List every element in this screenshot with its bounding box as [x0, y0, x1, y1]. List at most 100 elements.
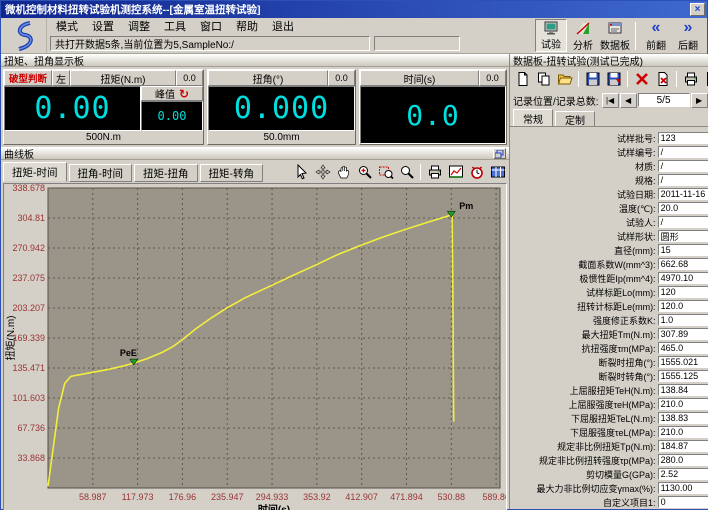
break-judge-button[interactable]: 破型判断 — [4, 70, 52, 86]
field-label: 下屈服强度τeL(MPa): — [570, 426, 656, 439]
select-cursor-icon[interactable] — [293, 164, 310, 181]
field-input[interactable]: 1.0 — [658, 314, 708, 326]
svg-text:67.736: 67.736 — [17, 423, 45, 433]
field-input[interactable]: 120 — [658, 286, 708, 298]
field-label: 规定非比例扭转强度τp(MPa): — [539, 454, 656, 467]
field-input[interactable]: 120.0 — [658, 300, 708, 312]
svg-text:33.868: 33.868 — [17, 453, 45, 463]
data-table-icon[interactable] — [489, 164, 506, 181]
toolbar-button-后翻[interactable]: »后翻 — [672, 19, 704, 52]
field-input[interactable]: / — [658, 216, 708, 228]
toolbar-button-前翻[interactable]: «前翻 — [640, 19, 672, 52]
curve-tab-扭角-时间[interactable]: 扭角-时间 — [69, 164, 133, 182]
field-input[interactable]: 1130.00 — [658, 482, 708, 494]
printer-icon[interactable] — [682, 70, 699, 87]
open-folder-icon[interactable] — [556, 70, 573, 87]
angle-small-value: 0.0 — [328, 70, 355, 86]
field-input[interactable]: 280.0 — [658, 454, 708, 466]
svg-text:235.947: 235.947 — [211, 492, 244, 502]
restore-panel-icon[interactable] — [493, 148, 506, 159]
field-input[interactable]: 1555.021 — [658, 356, 708, 368]
first-record-button[interactable]: |◀ — [602, 93, 619, 108]
data-tab-常规[interactable]: 常规 — [513, 109, 553, 126]
field-input[interactable]: 4970.10 — [658, 272, 708, 284]
toolbar-button-数据板[interactable]: 数据板 — [599, 19, 631, 52]
field-input[interactable]: 662.68 — [658, 258, 708, 270]
field-input[interactable]: 210.0 — [658, 398, 708, 410]
field-input[interactable]: / — [658, 146, 708, 158]
direction-left-button[interactable]: 左 — [52, 70, 70, 86]
svg-text:589.86: 589.86 — [482, 492, 506, 502]
menu-item-设置[interactable]: 设置 — [85, 18, 121, 34]
field-input[interactable]: 15 — [658, 244, 708, 256]
data-tab-定制[interactable]: 定制 — [555, 111, 595, 126]
menu-item-帮助[interactable]: 帮助 — [229, 18, 265, 34]
content: 扭矩、扭角显示板 破型判断 左 扭矩(N.m) 0.0 0.00 峰值 — [1, 54, 707, 509]
chart-settings-icon[interactable] — [447, 164, 464, 181]
next-record-button[interactable]: ▶ — [691, 93, 708, 108]
field-input[interactable]: 20.0 — [658, 202, 708, 214]
toolbar-button-试验[interactable]: 试验 — [535, 19, 567, 52]
svg-text:135.471: 135.471 — [12, 363, 45, 373]
menu-bar: 模式设置调整工具窗口帮助退出 — [47, 18, 535, 34]
field-row: 最大扭矩Tm(N.m):307.89 — [510, 327, 708, 341]
copy-icon[interactable] — [535, 70, 552, 87]
record-nav-label: 记录位置/记录总数: — [513, 93, 599, 108]
field-input[interactable]: / — [658, 160, 708, 172]
field-row: 规格:/ — [510, 173, 708, 187]
curve-tab-扭矩-扭角[interactable]: 扭矩-扭角 — [134, 164, 198, 182]
svg-text:176.96: 176.96 — [169, 492, 197, 502]
save-as-icon[interactable] — [605, 70, 622, 87]
delete-file-icon[interactable] — [654, 70, 671, 87]
chart-toolbar-separator — [420, 164, 421, 180]
main-toolbar: 试验分析数据板 «前翻»后翻 — [535, 18, 707, 53]
zoom-in-icon[interactable] — [356, 164, 373, 181]
menu-item-模式[interactable]: 模式 — [49, 18, 85, 34]
record-navigator: 记录位置/记录总数: |◀ ◀ 5/5 ▶ ▶| — [510, 90, 708, 110]
field-input[interactable]: 210.0 — [658, 426, 708, 438]
menu-item-窗口[interactable]: 窗口 — [193, 18, 229, 34]
field-input[interactable]: 307.89 — [658, 328, 708, 340]
field-input[interactable]: 138.84 — [658, 384, 708, 396]
field-input[interactable]: 0 — [658, 496, 708, 508]
field-row: 自定义项目1:0 — [510, 495, 708, 509]
field-input[interactable]: 123 — [658, 132, 708, 144]
print-icon[interactable] — [426, 164, 443, 181]
svg-text:304.81: 304.81 — [17, 213, 45, 223]
curve-tab-扭矩-时间[interactable]: 扭矩-时间 — [3, 162, 67, 182]
zoom-region-icon[interactable] — [377, 164, 394, 181]
toolbar-button-分析[interactable]: 分析 — [567, 19, 599, 52]
menu-item-工具[interactable]: 工具 — [157, 18, 193, 34]
field-input[interactable]: 184.87 — [658, 440, 708, 452]
next-icon: » — [684, 20, 693, 37]
field-input[interactable]: 2011-11-16 — [658, 188, 708, 200]
field-row: 断裂时转角(°):1555.125 — [510, 369, 708, 383]
field-input[interactable]: 圆形 — [658, 230, 708, 242]
field-list: 试样批号:123试样编号:/材质:/规格:/试验日期:2011-11-16▼温度… — [510, 127, 708, 509]
timer-icon[interactable] — [468, 164, 485, 181]
new-file-icon[interactable] — [514, 70, 531, 87]
peak-reset-icon[interactable]: ↻ — [179, 89, 189, 99]
prev-record-button[interactable]: ◀ — [620, 93, 637, 108]
print-preview-icon[interactable] — [703, 70, 708, 87]
menu-item-调整[interactable]: 调整 — [121, 18, 157, 34]
menu-item-退出[interactable]: 退出 — [265, 18, 301, 34]
move-icon[interactable] — [314, 164, 331, 181]
field-label: 截面系数W(mm^3): — [578, 258, 655, 271]
field-input[interactable]: / — [658, 174, 708, 186]
delete-icon[interactable] — [633, 70, 650, 87]
pan-hand-icon[interactable] — [335, 164, 352, 181]
field-row: 试验日期:2011-11-16▼ — [510, 187, 708, 201]
field-input[interactable]: 465.0 — [658, 342, 708, 354]
save-icon[interactable] — [584, 70, 601, 87]
curve-tab-扭矩-转角[interactable]: 扭矩-转角 — [200, 164, 264, 182]
close-icon[interactable]: × — [690, 3, 705, 16]
curve-panel-title: 曲线板 — [4, 146, 493, 161]
field-input[interactable]: 2.52 — [658, 468, 708, 480]
datapanel-icon — [607, 20, 623, 37]
time-display: 时间(s) 0.0 0.0 — [359, 69, 507, 145]
zoom-out-icon[interactable] — [398, 164, 415, 181]
field-input[interactable]: 138.83 — [658, 412, 708, 424]
field-input[interactable]: 1555.125 — [658, 370, 708, 382]
field-label: 试样形状: — [617, 230, 656, 243]
